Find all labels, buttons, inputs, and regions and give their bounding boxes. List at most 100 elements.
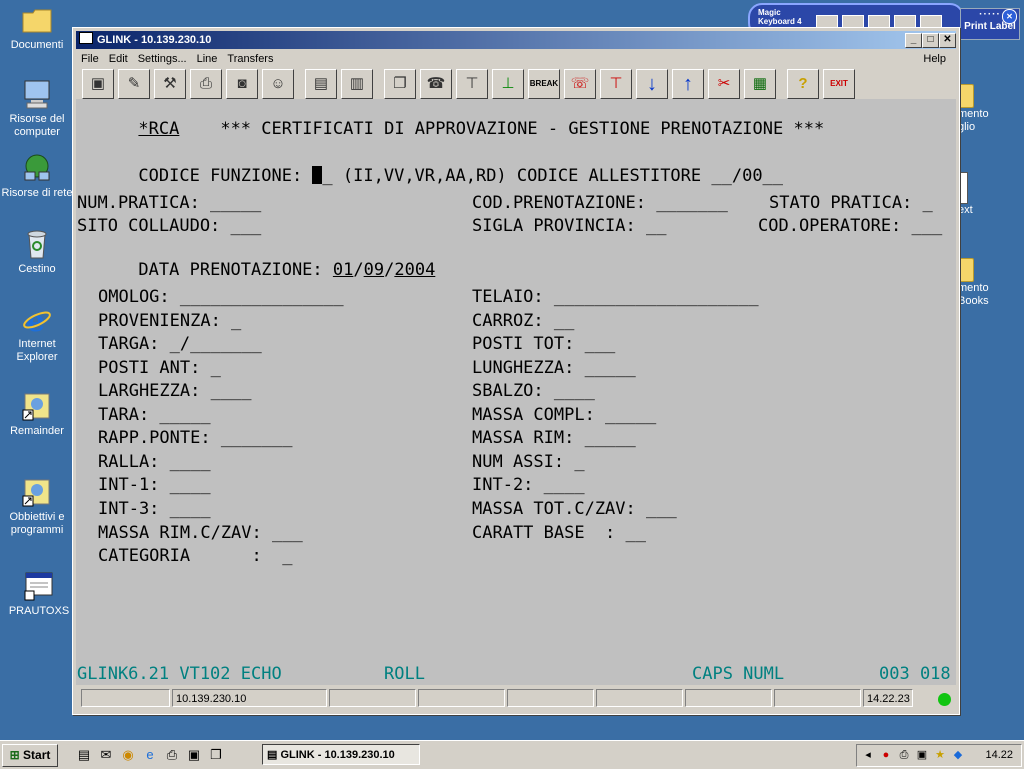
field-int-2[interactable]: INT-2: ____	[472, 475, 585, 495]
codice-allestitore-field[interactable]: __/00__	[711, 166, 783, 186]
field-num-assi[interactable]: NUM ASSI: _	[472, 452, 585, 472]
field-provenienza[interactable]: PROVENIENZA: _	[98, 311, 241, 331]
field-rapp-ponte[interactable]: RAPP.PONTE: _______	[98, 428, 292, 448]
field-int-1[interactable]: INT-1: ____	[98, 475, 211, 495]
quicklaunch-outlook-icon[interactable]: ✉	[98, 747, 114, 763]
break-button[interactable]: BREAK	[528, 69, 560, 99]
field-tara[interactable]: TARA: _____	[98, 405, 211, 425]
sigla-provincia-field[interactable]: SIGLA PROVINCIA: __	[472, 216, 666, 236]
desktop-icon-right-1[interactable]: mento glio	[958, 84, 989, 134]
desktop-icon-risorse-computer[interactable]: Risorse del computer	[0, 78, 74, 139]
field-omolog[interactable]: OMOLOG: ________________	[98, 287, 344, 307]
printer-tray-icon[interactable]: ⎙	[897, 748, 911, 762]
statusbar: 10.139.230.10 14.22.23	[76, 688, 956, 710]
sito-collaudo-field[interactable]: SITO COLLAUDO: ___	[77, 216, 261, 236]
desktop-icon-label: Internet Explorer	[16, 338, 58, 363]
desktop-icon-right-2[interactable]: ext	[958, 172, 973, 217]
menu-transfers[interactable]: Transfers	[222, 50, 278, 68]
quicklaunch-ie-icon[interactable]: e	[142, 747, 158, 763]
field-lunghezza[interactable]: LUNGHEZZA: _____	[472, 358, 636, 378]
field-caratt-base[interactable]: CARATT BASE : __	[472, 523, 646, 543]
shield-tray-icon[interactable]: ★	[933, 748, 947, 762]
settings-tools-icon[interactable]: ✂	[708, 69, 740, 99]
exit-button[interactable]: EXIT	[823, 69, 855, 99]
codice-funzione-field[interactable]: _	[322, 166, 332, 186]
keyboard-icon[interactable]: ▦	[744, 69, 776, 99]
field-carroz[interactable]: CARROZ: __	[472, 311, 574, 331]
menu-help[interactable]: Help	[918, 50, 951, 68]
desktop-icon-documenti[interactable]: Documenti	[0, 4, 74, 52]
codice-funzione-options: (II,VV,VR,AA,RD) CODICE ALLESTITORE	[332, 166, 712, 186]
script-icon[interactable]: ✎	[118, 69, 150, 99]
help-icon[interactable]: ?	[787, 69, 819, 99]
field-int-3[interactable]: INT-3: ____	[98, 499, 211, 519]
minimize-button[interactable]: _	[905, 33, 922, 48]
volume-icon[interactable]: ◂	[861, 748, 875, 762]
app-tray-icon[interactable]: ▣	[915, 748, 929, 762]
arrow-up-icon[interactable]: ↑	[672, 69, 704, 99]
green-connector-icon[interactable]: ⊥	[492, 69, 524, 99]
spy-icon[interactable]: ☺	[262, 69, 294, 99]
desktop-icon-internet-explorer[interactable]: e Internet Explorer	[0, 303, 74, 364]
status-time: 14.22.23	[863, 689, 913, 707]
field-massa-rim-czav[interactable]: MASSA RIM.C/ZAV: ___	[98, 523, 303, 543]
quicklaunch-app-icon[interactable]: ▣	[186, 747, 202, 763]
field-categoria[interactable]: CATEGORIA : _	[98, 546, 292, 566]
field-telaio[interactable]: TELAIO: ____________________	[472, 287, 759, 307]
desktop-icon-obbiettivi[interactable]: Obbiettivi e programmi	[0, 476, 74, 537]
maximize-button[interactable]: □	[922, 33, 939, 48]
field-massa-rim[interactable]: MASSA RIM: _____	[472, 428, 636, 448]
tools-icon[interactable]: ⚒	[154, 69, 186, 99]
field-targa[interactable]: TARGA: _/_______	[98, 334, 262, 354]
arrow-down-icon[interactable]: ↓	[636, 69, 668, 99]
field-sbalzo[interactable]: SBALZO: ____	[472, 381, 595, 401]
menu-edit[interactable]: Edit	[104, 50, 133, 68]
window-titlebar[interactable]: GLINK - 10.139.230.10 _ □ ✕	[76, 31, 956, 49]
taskbar-item-glink[interactable]: ▤ GLINK - 10.139.230.10	[262, 744, 420, 765]
num-pratica-field[interactable]: NUM.PRATICA: _____	[77, 193, 261, 213]
desktop-icon-prautoxs[interactable]: PRAUTOXS	[2, 570, 76, 618]
data-year-field[interactable]: 2004	[394, 260, 435, 280]
network-tray-icon[interactable]: ●	[879, 748, 893, 762]
start-button[interactable]: ⊞ Start	[2, 744, 58, 767]
quicklaunch-window-icon[interactable]: ❐	[208, 747, 224, 763]
desktop-icon-right-3[interactable]: mento Books	[958, 258, 989, 308]
copy-windows-icon[interactable]: ❐	[384, 69, 416, 99]
cod-operatore-field[interactable]: COD.OPERATORE: ___	[758, 216, 942, 236]
terminal-screen[interactable]: *RCA *** CERTIFICATI DI APPROVAZIONE - G…	[76, 99, 956, 685]
field-massa-tot-czav[interactable]: MASSA TOT.C/ZAV: ___	[472, 499, 677, 519]
window-download-icon[interactable]: ▤	[305, 69, 337, 99]
camera-icon[interactable]: ◙	[226, 69, 258, 99]
field-massa-compl[interactable]: MASSA COMPL: _____	[472, 405, 656, 425]
desktop-icon-risorse-rete[interactable]: Risorse di rete	[0, 152, 74, 200]
desktop-icon-remainder[interactable]: Remainder	[0, 390, 74, 438]
stato-pratica-field[interactable]: STATO PRATICA: _	[769, 193, 933, 213]
window-upload-icon[interactable]: ▥	[341, 69, 373, 99]
shortcut-app-icon	[21, 390, 53, 422]
quicklaunch-printer-icon[interactable]: ⎙	[164, 747, 180, 763]
desktop-icon-cestino[interactable]: Cestino	[0, 228, 74, 276]
quicklaunch-media-icon[interactable]: ◉	[120, 747, 136, 763]
printer-icon[interactable]: ⎙	[190, 69, 222, 99]
data-day-field[interactable]: 01	[333, 260, 353, 280]
hook-icon[interactable]: ⊤	[456, 69, 488, 99]
floppy-icon[interactable]: ▣	[82, 69, 114, 99]
close-button[interactable]: ✕	[939, 33, 956, 48]
quicklaunch-explorer-icon[interactable]: ▤	[76, 747, 92, 763]
red-connector-icon[interactable]: ⊤	[600, 69, 632, 99]
menu-settings[interactable]: Settings...	[133, 50, 192, 68]
menu-file[interactable]: File	[76, 50, 104, 68]
antivirus-tray-icon[interactable]: ◆	[951, 748, 965, 762]
data-month-field[interactable]: 09	[364, 260, 384, 280]
phone-icon[interactable]: ☎	[420, 69, 452, 99]
print-label-widget[interactable]: ····· ✕ Print Label	[960, 8, 1020, 40]
close-icon[interactable]: ✕	[1002, 9, 1017, 24]
phone-hangup-icon[interactable]: ☏	[564, 69, 596, 99]
field-ralla[interactable]: RALLA: ____	[98, 452, 211, 472]
cod-prenotazione-field[interactable]: COD.PRENOTAZIONE: _______	[472, 193, 728, 213]
status-pane	[685, 689, 772, 707]
menu-line[interactable]: Line	[192, 50, 223, 68]
field-larghezza[interactable]: LARGHEZZA: ____	[98, 381, 252, 401]
field-posti-tot[interactable]: POSTI TOT: ___	[472, 334, 615, 354]
field-posti-ant[interactable]: POSTI ANT: _	[98, 358, 221, 378]
